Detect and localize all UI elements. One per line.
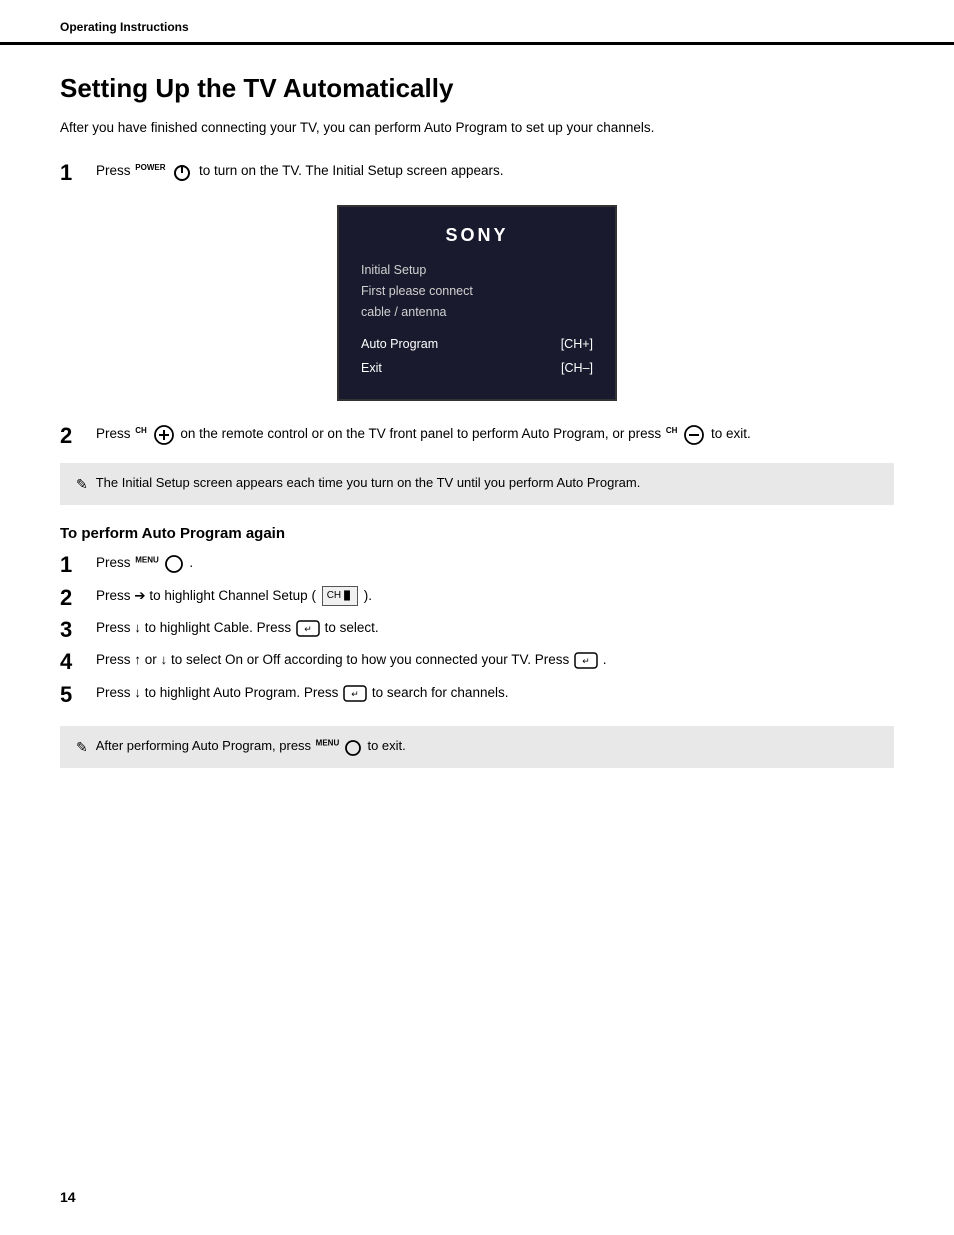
- tv-screen: SONY Initial Setup First please connect …: [337, 205, 617, 401]
- intro-text: After you have finished connecting your …: [60, 118, 894, 138]
- substep-2-text-before: Press ➔ to highlight Channel Setup (: [96, 588, 320, 603]
- tv-line-2: First please connect: [361, 281, 593, 302]
- substep-1: 1 Press MENU .: [60, 552, 894, 578]
- menu-svg-icon: [164, 554, 184, 574]
- substep-4-text-after: .: [603, 652, 607, 667]
- step-2-text-after: to exit.: [711, 426, 751, 441]
- enter-icon-3: ↵: [343, 685, 367, 702]
- substep-1-number: 1: [60, 552, 96, 578]
- power-icon: POWER: [135, 161, 194, 183]
- page-number: 14: [60, 1189, 76, 1205]
- header-label: Operating Instructions: [60, 20, 189, 34]
- ch-setup-icon: CH▐▌: [322, 586, 358, 606]
- content: Setting Up the TV Automatically After yo…: [0, 45, 954, 826]
- substep-1-period: .: [189, 555, 193, 570]
- svg-text:↵: ↵: [304, 624, 312, 634]
- substep-1-text: Press: [96, 555, 134, 570]
- note-2-text: After performing Auto Program, press MEN…: [96, 736, 406, 756]
- note-1-text: The Initial Setup screen appears each ti…: [96, 473, 641, 493]
- step-1-text-after: to turn on the TV. The Initial Setup scr…: [199, 163, 503, 178]
- enter-icon-1: ↵: [296, 620, 320, 637]
- substep-3-text-after: to select.: [325, 620, 379, 635]
- svg-text:↵: ↵: [582, 656, 590, 666]
- step-1: 1 Press POWER to turn on the TV. The Ini…: [60, 160, 894, 186]
- ch-plus-svg: [153, 424, 175, 446]
- substep-4: 4 Press ↑ or ↓ to select On or Off accor…: [60, 649, 894, 675]
- substep-4-text-before: Press ↑ or ↓ to select On or Off accordi…: [96, 652, 573, 667]
- ch-minus-icon-wrap: CH: [666, 423, 706, 445]
- subsection-heading: To perform Auto Program again: [60, 525, 894, 542]
- tv-menu-auto-program: Auto Program: [361, 333, 438, 357]
- substep-3-content: Press ↓ to highlight Cable. Press ↵ to s…: [96, 617, 894, 639]
- tv-screen-text-1: Initial Setup First please connect cable…: [361, 260, 593, 324]
- enter-icon-2: ↵: [574, 652, 598, 669]
- header: Operating Instructions: [0, 0, 954, 45]
- step-1-content: Press POWER to turn on the TV. The Initi…: [96, 160, 894, 182]
- substep-2: 2 Press ➔ to highlight Channel Setup ( C…: [60, 585, 894, 611]
- tv-menu-exit: Exit: [361, 357, 438, 381]
- substep-3-number: 3: [60, 617, 96, 643]
- substep-5: 5 Press ↓ to highlight Auto Program. Pre…: [60, 682, 894, 708]
- substep-1-content: Press MENU .: [96, 552, 894, 574]
- step-2-number: 2: [60, 423, 96, 449]
- substep-3: 3 Press ↓ to highlight Cable. Press ↵ to…: [60, 617, 894, 643]
- page-container: Operating Instructions Setting Up the TV…: [0, 0, 954, 1235]
- substep-2-number: 2: [60, 585, 96, 611]
- page-title: Setting Up the TV Automatically: [60, 73, 894, 104]
- substep-5-content: Press ↓ to highlight Auto Program. Press…: [96, 682, 894, 704]
- note-menu-svg: [344, 739, 362, 757]
- step-2-text-before: Press: [96, 426, 134, 441]
- step-2: 2 Press CH on the remote control or on t…: [60, 423, 894, 449]
- tv-screen-brand: SONY: [361, 225, 593, 246]
- note-2-box: ✎ After performing Auto Program, press M…: [60, 726, 894, 768]
- step-2-text-middle: on the remote control or on the TV front…: [180, 426, 665, 441]
- tv-menu-key-ch-minus: [CH–]: [561, 357, 593, 381]
- tv-screen-menu: Auto Program Exit [CH+] [CH–]: [361, 333, 593, 381]
- substep-2-text-after: ).: [364, 588, 372, 603]
- substep-3-text-before: Press ↓ to highlight Cable. Press: [96, 620, 295, 635]
- substep-4-content: Press ↑ or ↓ to select On or Off accordi…: [96, 649, 894, 671]
- tv-menu-items: Auto Program Exit: [361, 333, 438, 381]
- substep-5-number: 5: [60, 682, 96, 708]
- substep-5-text-after: to search for channels.: [372, 685, 509, 700]
- note-1-box: ✎ The Initial Setup screen appears each …: [60, 463, 894, 505]
- step-2-content: Press CH on the remote control or on the…: [96, 423, 894, 446]
- substep-2-content: Press ➔ to highlight Channel Setup ( CH▐…: [96, 585, 894, 607]
- substep-4-number: 4: [60, 649, 96, 675]
- power-svg-icon: [172, 162, 192, 182]
- substep-5-text-before: Press ↓ to highlight Auto Program. Press: [96, 685, 342, 700]
- step-1-number: 1: [60, 160, 96, 186]
- tv-screen-wrapper: SONY Initial Setup First please connect …: [60, 205, 894, 401]
- tv-line-1: Initial Setup: [361, 260, 593, 281]
- ch-plus-icon-wrap: CH: [135, 423, 175, 445]
- note-1-icon: ✎: [76, 474, 88, 495]
- menu-icon-wrap: MENU: [135, 553, 184, 575]
- ch-minus-svg: [683, 424, 705, 446]
- note-2-icon: ✎: [76, 737, 88, 758]
- tv-menu-key-ch-plus: [CH+]: [561, 333, 593, 357]
- note-menu-icon-wrap: MENU: [316, 737, 363, 757]
- tv-menu-keys: [CH+] [CH–]: [561, 333, 593, 381]
- svg-text:↵: ↵: [351, 689, 359, 699]
- step-1-text-before: Press: [96, 163, 134, 178]
- tv-line-3: cable / antenna: [361, 302, 593, 323]
